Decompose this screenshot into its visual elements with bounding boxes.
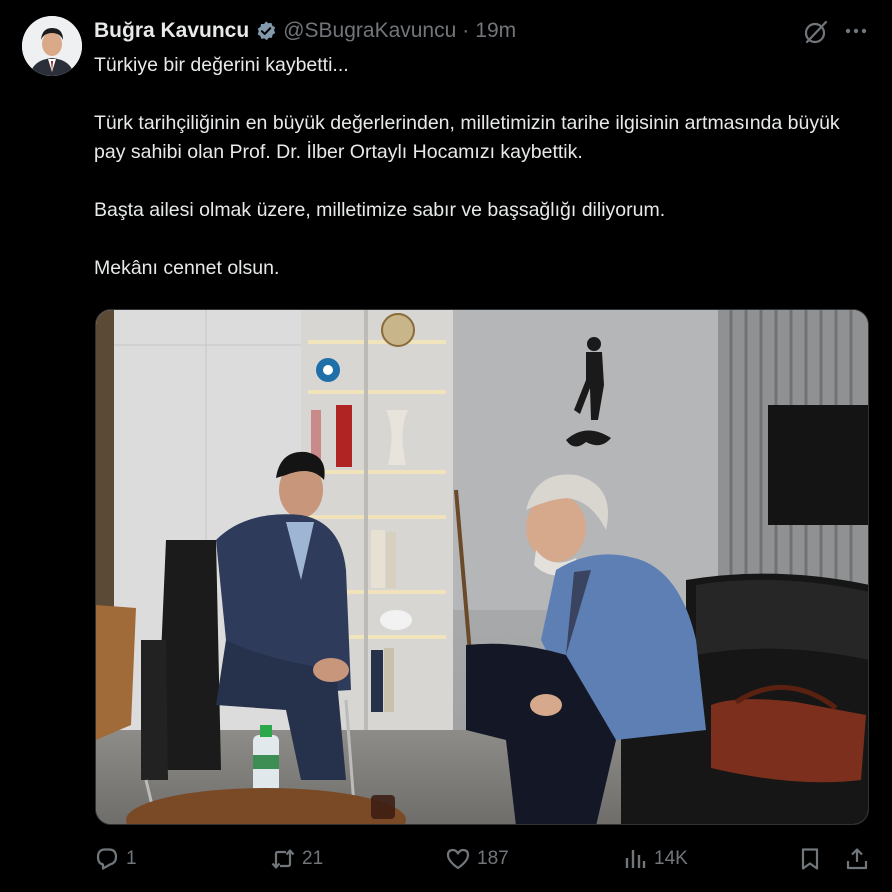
share-button[interactable]: [844, 846, 870, 872]
share-icon: [846, 848, 868, 870]
tweet-actions: 1 21 187 14K: [0, 840, 892, 880]
tweet-paragraph: Türk tarihçiliğinin en büyük değerlerind…: [94, 112, 840, 163]
tweet-text: Türkiye bir değerini kaybetti... Türk ta…: [94, 51, 874, 283]
tweet-photo[interactable]: [95, 309, 869, 825]
tweet-time[interactable]: 19m: [475, 19, 516, 43]
tweet-header: Buğra Kavuncu @SBugraKavuncu · 19m: [94, 18, 516, 44]
tweet-paragraph: Başta ailesi olmak üzere, milletimize sa…: [94, 199, 666, 221]
author-name[interactable]: Buğra Kavuncu: [94, 19, 249, 43]
repost-count: 21: [302, 848, 324, 869]
avatar-image: [22, 16, 82, 76]
views-count: 14K: [654, 848, 688, 869]
repost-button[interactable]: 21: [270, 846, 323, 872]
tweet-paragraph: Türkiye bir değerini kaybetti...: [94, 54, 349, 76]
like-button[interactable]: 187: [445, 846, 509, 872]
views-button[interactable]: 14K: [622, 846, 688, 872]
views-icon: [625, 850, 646, 868]
repost-icon: [271, 849, 295, 869]
header-separator: ·: [462, 19, 470, 42]
grok-icon[interactable]: [803, 19, 829, 45]
more-icon[interactable]: [841, 18, 871, 44]
reply-icon: [96, 848, 118, 870]
bookmark-button[interactable]: [797, 846, 823, 872]
author-handle[interactable]: @SBugraKavuncu: [283, 19, 456, 43]
like-icon: [446, 848, 470, 870]
reply-button[interactable]: 1: [94, 846, 137, 872]
tweet-paragraph: Mekânı cennet olsun.: [94, 257, 280, 279]
verified-badge-icon: [257, 21, 276, 41]
reply-count: 1: [126, 848, 137, 869]
bookmark-icon: [801, 848, 819, 870]
like-count: 187: [477, 848, 509, 869]
avatar[interactable]: [22, 16, 82, 76]
